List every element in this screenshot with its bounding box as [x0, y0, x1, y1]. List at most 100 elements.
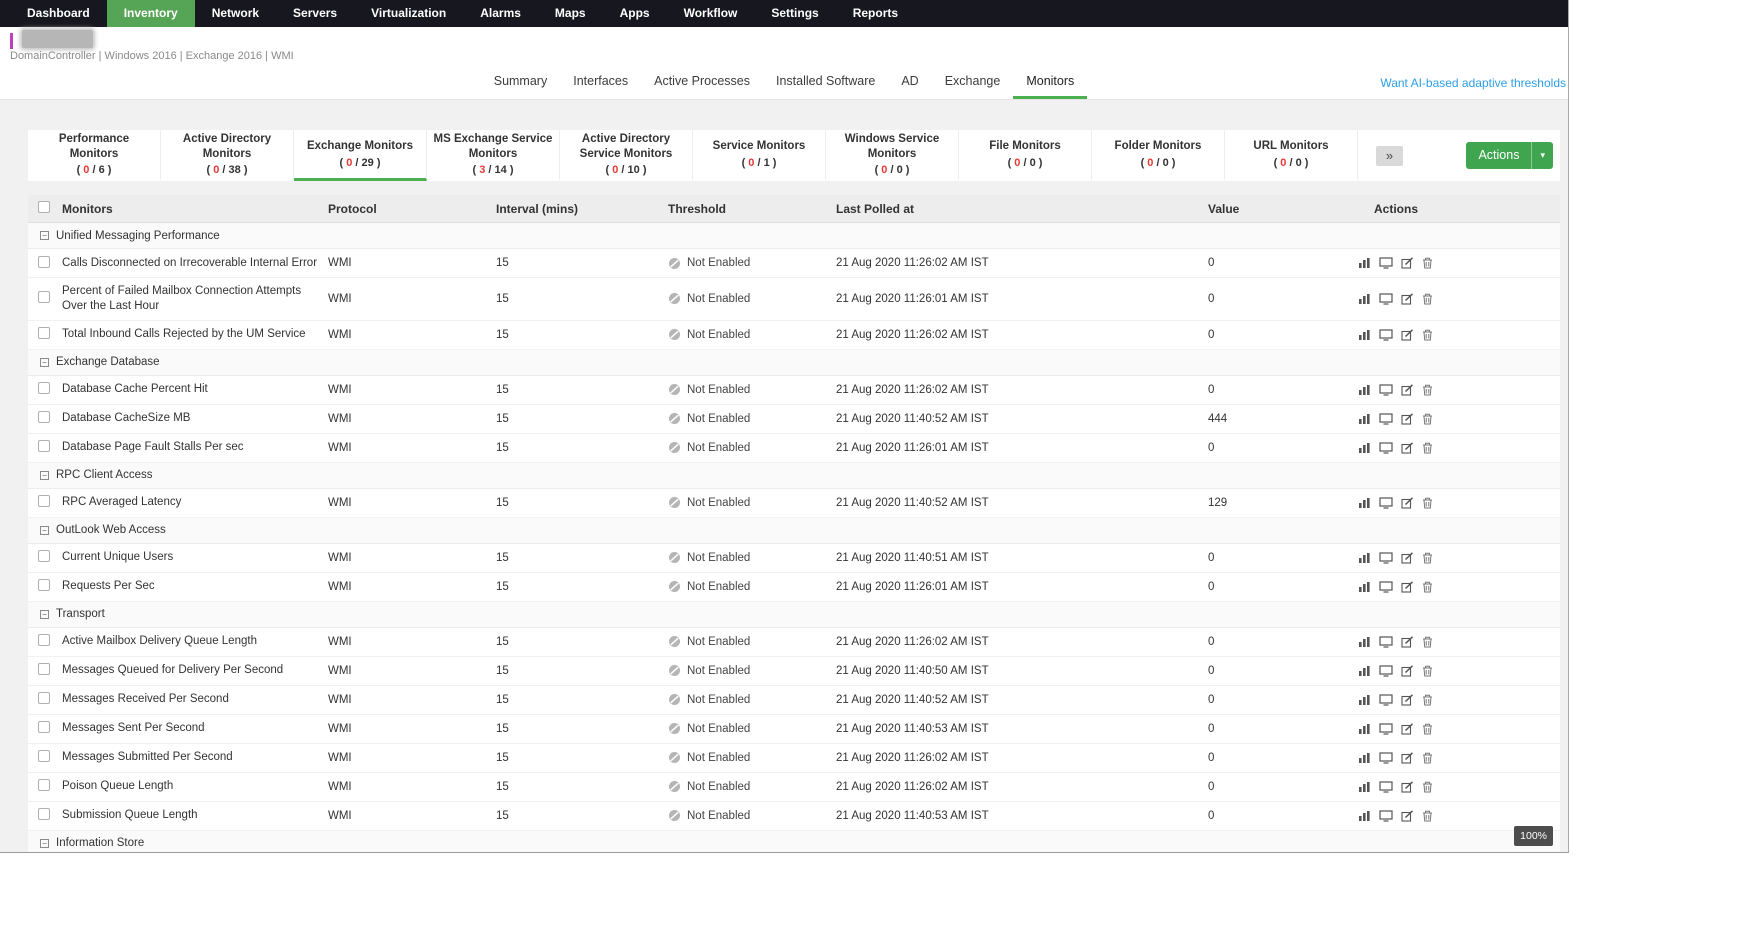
tab-exchange[interactable]: Exchange	[932, 66, 1014, 99]
breadcrumb[interactable]: DomainController | Windows 2016 | Exchan…	[10, 50, 294, 62]
actions-dropdown-caret[interactable]: ▾	[1531, 142, 1553, 169]
monitor-tab-active-directory-monitors[interactable]: Active Directory Monitors( 0 / 38 )	[161, 130, 294, 181]
select-all-checkbox[interactable]	[38, 201, 50, 213]
monitor-screen-icon[interactable]	[1379, 636, 1393, 648]
topnav-item-virtualization[interactable]: Virtualization	[354, 0, 463, 27]
more-tabs-button[interactable]: »	[1376, 146, 1403, 166]
monitor-tab-exchange-monitors[interactable]: Exchange Monitors( 0 / 29 )	[294, 130, 427, 181]
monitor-screen-icon[interactable]	[1379, 694, 1393, 706]
collapse-icon[interactable]: −	[40, 526, 49, 535]
topnav-item-reports[interactable]: Reports	[836, 0, 915, 27]
row-checkbox[interactable]	[38, 256, 50, 268]
monitor-tab-url-monitors[interactable]: URL Monitors( 0 / 0 )	[1225, 130, 1358, 181]
edit-icon[interactable]	[1401, 810, 1414, 822]
chart-icon[interactable]	[1358, 810, 1371, 822]
edit-icon[interactable]	[1401, 384, 1414, 396]
edit-icon[interactable]	[1401, 442, 1414, 454]
topnav-item-settings[interactable]: Settings	[754, 0, 835, 27]
delete-icon[interactable]	[1422, 257, 1433, 269]
monitor-tab-folder-monitors[interactable]: Folder Monitors( 0 / 0 )	[1092, 130, 1225, 181]
monitor-name[interactable]: Poison Queue Length	[62, 773, 328, 800]
edit-icon[interactable]	[1401, 329, 1414, 341]
topnav-item-alarms[interactable]: Alarms	[463, 0, 538, 27]
delete-icon[interactable]	[1422, 694, 1433, 706]
delete-icon[interactable]	[1422, 384, 1433, 396]
monitor-tab-active-directory-service-monitors[interactable]: Active Directory Service Monitors( 0 / 1…	[560, 130, 693, 181]
tab-ad[interactable]: AD	[888, 66, 931, 99]
chart-icon[interactable]	[1358, 329, 1371, 341]
topnav-item-workflow[interactable]: Workflow	[667, 0, 755, 27]
collapse-icon[interactable]: −	[40, 231, 49, 240]
monitor-screen-icon[interactable]	[1379, 552, 1393, 564]
tab-monitors[interactable]: Monitors	[1013, 66, 1087, 99]
edit-icon[interactable]	[1401, 581, 1414, 593]
edit-icon[interactable]	[1401, 257, 1414, 269]
delete-icon[interactable]	[1422, 810, 1433, 822]
chart-icon[interactable]	[1358, 442, 1371, 454]
delete-icon[interactable]	[1422, 665, 1433, 677]
chart-icon[interactable]	[1358, 665, 1371, 677]
row-checkbox[interactable]	[38, 440, 50, 452]
delete-icon[interactable]	[1422, 636, 1433, 648]
row-checkbox[interactable]	[38, 634, 50, 646]
topnav-item-inventory[interactable]: Inventory	[107, 0, 195, 27]
monitor-name[interactable]: Active Mailbox Delivery Queue Length	[62, 628, 328, 655]
chart-icon[interactable]	[1358, 413, 1371, 425]
row-checkbox[interactable]	[38, 411, 50, 423]
monitor-tab-windows-service-monitors[interactable]: Windows Service Monitors( 0 / 0 )	[826, 130, 959, 181]
edit-icon[interactable]	[1401, 665, 1414, 677]
row-checkbox[interactable]	[38, 721, 50, 733]
monitor-screen-icon[interactable]	[1379, 257, 1393, 269]
chart-icon[interactable]	[1358, 497, 1371, 509]
row-checkbox[interactable]	[38, 750, 50, 762]
monitor-screen-icon[interactable]	[1379, 293, 1393, 305]
row-checkbox[interactable]	[38, 550, 50, 562]
monitor-screen-icon[interactable]	[1379, 581, 1393, 593]
monitor-name[interactable]: Calls Disconnected on Irrecoverable Inte…	[62, 250, 328, 277]
monitor-tab-ms-exchange-service-monitors[interactable]: MS Exchange Service Monitors( 3 / 14 )	[427, 130, 560, 181]
actions-button[interactable]: Actions ▾	[1466, 142, 1553, 169]
edit-icon[interactable]	[1401, 636, 1414, 648]
row-checkbox[interactable]	[38, 382, 50, 394]
collapse-icon[interactable]: −	[40, 610, 49, 619]
chart-icon[interactable]	[1358, 257, 1371, 269]
monitor-screen-icon[interactable]	[1379, 781, 1393, 793]
monitor-name[interactable]: Total Inbound Calls Rejected by the UM S…	[62, 321, 328, 348]
collapse-icon[interactable]: −	[40, 358, 49, 367]
monitor-name[interactable]: Database Page Fault Stalls Per sec	[62, 434, 328, 461]
monitor-screen-icon[interactable]	[1379, 723, 1393, 735]
edit-icon[interactable]	[1401, 293, 1414, 305]
row-checkbox[interactable]	[38, 291, 50, 303]
chart-icon[interactable]	[1358, 581, 1371, 593]
monitor-screen-icon[interactable]	[1379, 413, 1393, 425]
tab-summary[interactable]: Summary	[481, 66, 560, 99]
chart-icon[interactable]	[1358, 752, 1371, 764]
topnav-item-dashboard[interactable]: Dashboard	[10, 0, 107, 27]
monitor-name[interactable]: Submission Queue Length	[62, 802, 328, 829]
delete-icon[interactable]	[1422, 413, 1433, 425]
chart-icon[interactable]	[1358, 552, 1371, 564]
monitor-screen-icon[interactable]	[1379, 497, 1393, 509]
monitor-screen-icon[interactable]	[1379, 384, 1393, 396]
delete-icon[interactable]	[1422, 781, 1433, 793]
edit-icon[interactable]	[1401, 497, 1414, 509]
delete-icon[interactable]	[1422, 329, 1433, 341]
row-checkbox[interactable]	[38, 495, 50, 507]
row-checkbox[interactable]	[38, 779, 50, 791]
monitor-tab-service-monitors[interactable]: Service Monitors( 0 / 1 )	[693, 130, 826, 181]
monitor-name[interactable]: Percent of Failed Mailbox Connection Att…	[62, 278, 328, 320]
monitor-screen-icon[interactable]	[1379, 442, 1393, 454]
edit-icon[interactable]	[1401, 552, 1414, 564]
edit-icon[interactable]	[1401, 723, 1414, 735]
monitor-name[interactable]: Current Unique Users	[62, 544, 328, 571]
topnav-item-servers[interactable]: Servers	[276, 0, 354, 27]
delete-icon[interactable]	[1422, 497, 1433, 509]
collapse-icon[interactable]: −	[40, 471, 49, 480]
monitor-name[interactable]: Requests Per Sec	[62, 573, 328, 600]
row-checkbox[interactable]	[38, 692, 50, 704]
delete-icon[interactable]	[1422, 581, 1433, 593]
edit-icon[interactable]	[1401, 694, 1414, 706]
monitor-tab-file-monitors[interactable]: File Monitors( 0 / 0 )	[959, 130, 1092, 181]
row-checkbox[interactable]	[38, 327, 50, 339]
monitor-name[interactable]: Messages Queued for Delivery Per Second	[62, 657, 328, 684]
